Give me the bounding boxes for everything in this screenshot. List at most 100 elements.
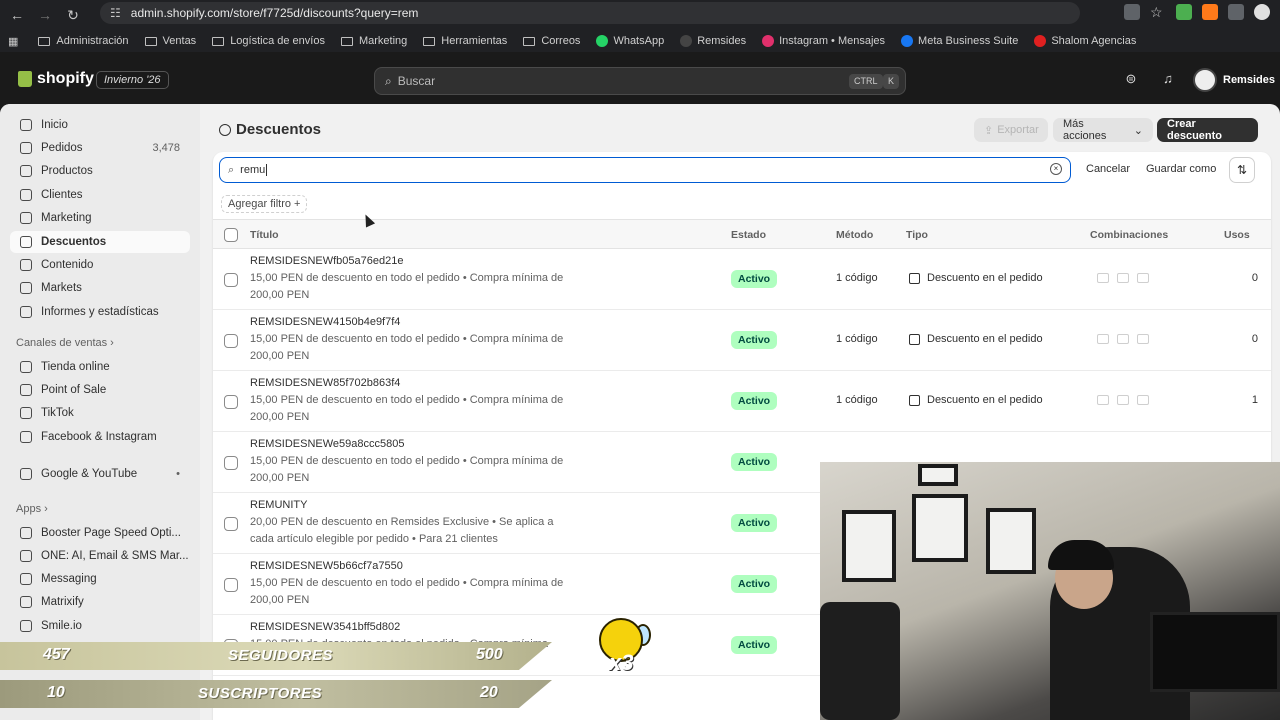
- discount-description: 15,00 PEN de descuento en todo el pedido…: [250, 272, 564, 301]
- sidebar-item-matrixify[interactable]: Matrixify: [10, 591, 190, 613]
- row-checkbox[interactable]: [224, 578, 238, 592]
- row-checkbox[interactable]: [224, 517, 238, 531]
- extensions-puzzle-icon[interactable]: [1228, 4, 1244, 20]
- sidebar-item-one[interactable]: ONE: AI, Email & SMS Mar...: [10, 545, 190, 567]
- chevron-down-icon: ⌄: [1133, 124, 1143, 137]
- sort-icon[interactable]: ⇅: [1229, 157, 1255, 183]
- sidebar-item-tiktok[interactable]: TikTok: [10, 402, 190, 424]
- marketing-icon: [20, 212, 32, 224]
- order-icon: [1117, 273, 1129, 283]
- sidebar-item-smile[interactable]: Smile.io: [10, 615, 190, 637]
- profile-icon[interactable]: [1254, 4, 1270, 20]
- column-titulo[interactable]: Título: [250, 229, 279, 241]
- reload-icon[interactable]: ↻: [62, 4, 84, 26]
- smile-app-icon: [20, 620, 32, 632]
- column-usos[interactable]: Usos: [1224, 229, 1250, 241]
- save-as-button[interactable]: Guardar como: [1146, 163, 1216, 175]
- sidebar-item-markets[interactable]: Markets: [10, 277, 190, 299]
- select-all-checkbox[interactable]: [224, 228, 238, 242]
- bookmarks-bar: ▦ Administración Ventas Logística de env…: [0, 30, 1280, 52]
- bookmark-folder[interactable]: Correos: [523, 35, 580, 47]
- sidebar-item-facebook-instagram[interactable]: Facebook & Instagram: [10, 426, 190, 448]
- meta-icon: [901, 35, 914, 47]
- site-info-icon[interactable]: ☷: [110, 6, 121, 20]
- sidebar-item-tienda-online[interactable]: Tienda online: [10, 356, 190, 378]
- apps-heading[interactable]: Apps ›: [16, 503, 48, 515]
- sales-channels-heading[interactable]: Canales de ventas ›: [16, 337, 114, 349]
- sidebar-item-label: TikTok: [41, 407, 74, 419]
- bookmark-link[interactable]: Shalom Agencias: [1034, 35, 1136, 47]
- sidekick-icon[interactable]: ⊜: [1124, 72, 1138, 86]
- remsides-icon: [680, 35, 693, 47]
- sidebar-item-marketing[interactable]: Marketing: [10, 207, 190, 229]
- back-icon[interactable]: ←: [6, 4, 28, 26]
- extension-orange-icon[interactable]: [1202, 4, 1218, 20]
- bookmark-folder[interactable]: Administración: [38, 35, 129, 47]
- row-checkbox[interactable]: [224, 334, 238, 348]
- sidebar-item-messaging[interactable]: Messaging: [10, 568, 190, 590]
- table-row[interactable]: REMSIDESNEW4150b4e9f7f4 15,00 PEN de des…: [213, 310, 1271, 371]
- combinations-icons: [1097, 273, 1149, 283]
- row-checkbox[interactable]: [224, 456, 238, 470]
- bookmark-star-icon[interactable]: ☆: [1150, 4, 1166, 20]
- more-actions-button[interactable]: Más acciones ⌄: [1053, 118, 1153, 142]
- section-label: Canales de ventas: [16, 337, 108, 349]
- shipping-truck-icon: [1137, 334, 1149, 344]
- store-menu[interactable]: Remsides: [1193, 68, 1275, 92]
- bookmark-folder[interactable]: Ventas: [144, 35, 196, 47]
- bookmark-link[interactable]: WhatsApp: [596, 35, 664, 47]
- forward-icon[interactable]: →: [34, 4, 56, 26]
- apps-grid-icon[interactable]: ▦: [8, 35, 18, 48]
- table-row[interactable]: REMSIDESNEW85f702b863f4 15,00 PEN de des…: [213, 371, 1271, 432]
- sidebar-item-label: Productos: [41, 165, 93, 177]
- sidebar-item-pos[interactable]: Point of Sale: [10, 379, 190, 401]
- search-input[interactable]: ⌕ Buscar CTRL K: [374, 67, 906, 95]
- add-filter-button[interactable]: Agregar filtro +: [221, 195, 308, 213]
- bookmark-folder[interactable]: Herramientas: [423, 35, 507, 47]
- method-text: 1 código: [836, 333, 878, 345]
- column-estado[interactable]: Estado: [731, 229, 766, 241]
- followers-current: 457: [43, 646, 70, 663]
- sidebar-item-descuentos[interactable]: Descuentos: [10, 231, 190, 253]
- sidebar-item-clientes[interactable]: Clientes: [10, 184, 190, 206]
- sidebar-item-informes[interactable]: Informes y estadísticas: [10, 301, 190, 323]
- discount-title: REMSIDESNEW5b66cf7a7550: [250, 560, 403, 572]
- store-avatar: [1193, 68, 1217, 92]
- bookmark-link[interactable]: Meta Business Suite: [901, 35, 1018, 47]
- sidebar-item-label: Facebook & Instagram: [41, 431, 157, 443]
- sidebar-item-google-youtube[interactable]: Google & YouTube •: [10, 463, 190, 485]
- wall-poster: [842, 510, 896, 582]
- sidebar-item-contenido[interactable]: Contenido: [10, 254, 190, 276]
- column-metodo[interactable]: Método: [836, 229, 873, 241]
- table-row[interactable]: REMSIDESNEWfb05a76ed21e 15,00 PEN de des…: [213, 249, 1271, 310]
- product-tag-icon: [1097, 273, 1109, 283]
- wall-poster: [918, 464, 958, 486]
- sidebar-item-booster[interactable]: Booster Page Speed Opti...: [10, 522, 190, 544]
- sidebar-item-productos[interactable]: Productos: [10, 160, 190, 182]
- bookmark-folder[interactable]: Marketing: [340, 35, 407, 47]
- sidebar-item-pedidos[interactable]: Pedidos 3,478: [10, 137, 190, 159]
- bookmark-label: Herramientas: [441, 35, 508, 47]
- extension-green-icon[interactable]: [1176, 4, 1192, 20]
- column-combinaciones[interactable]: Combinaciones: [1090, 229, 1168, 241]
- bookmark-link[interactable]: Remsides: [680, 35, 746, 47]
- bookmark-folder[interactable]: Logística de envíos: [212, 35, 325, 47]
- bookmark-link[interactable]: Instagram • Mensajes: [762, 35, 885, 47]
- filter-search-input[interactable]: ⌕ remu ×: [219, 157, 1071, 183]
- column-tipo[interactable]: Tipo: [906, 229, 928, 241]
- translate-icon[interactable]: [1124, 4, 1140, 20]
- home-icon: [20, 119, 32, 131]
- clear-search-icon[interactable]: ×: [1050, 163, 1062, 175]
- address-bar[interactable]: ☷ admin.shopify.com/store/f7725d/discoun…: [100, 2, 1080, 24]
- create-discount-button[interactable]: Crear descuento: [1157, 118, 1258, 142]
- shopify-logo[interactable]: shopify: [18, 70, 94, 88]
- type-cell: Descuento en el pedido: [909, 394, 1043, 406]
- row-checkbox[interactable]: [224, 395, 238, 409]
- edition-badge[interactable]: Invierno '26: [96, 71, 169, 89]
- cancel-button[interactable]: Cancelar: [1086, 163, 1130, 175]
- export-button[interactable]: ⇪ Exportar: [974, 118, 1048, 142]
- subs-goal: 20: [480, 684, 498, 701]
- sidebar-item-inicio[interactable]: Inicio: [10, 114, 190, 136]
- bell-icon[interactable]: ♫: [1161, 72, 1175, 86]
- row-checkbox[interactable]: [224, 273, 238, 287]
